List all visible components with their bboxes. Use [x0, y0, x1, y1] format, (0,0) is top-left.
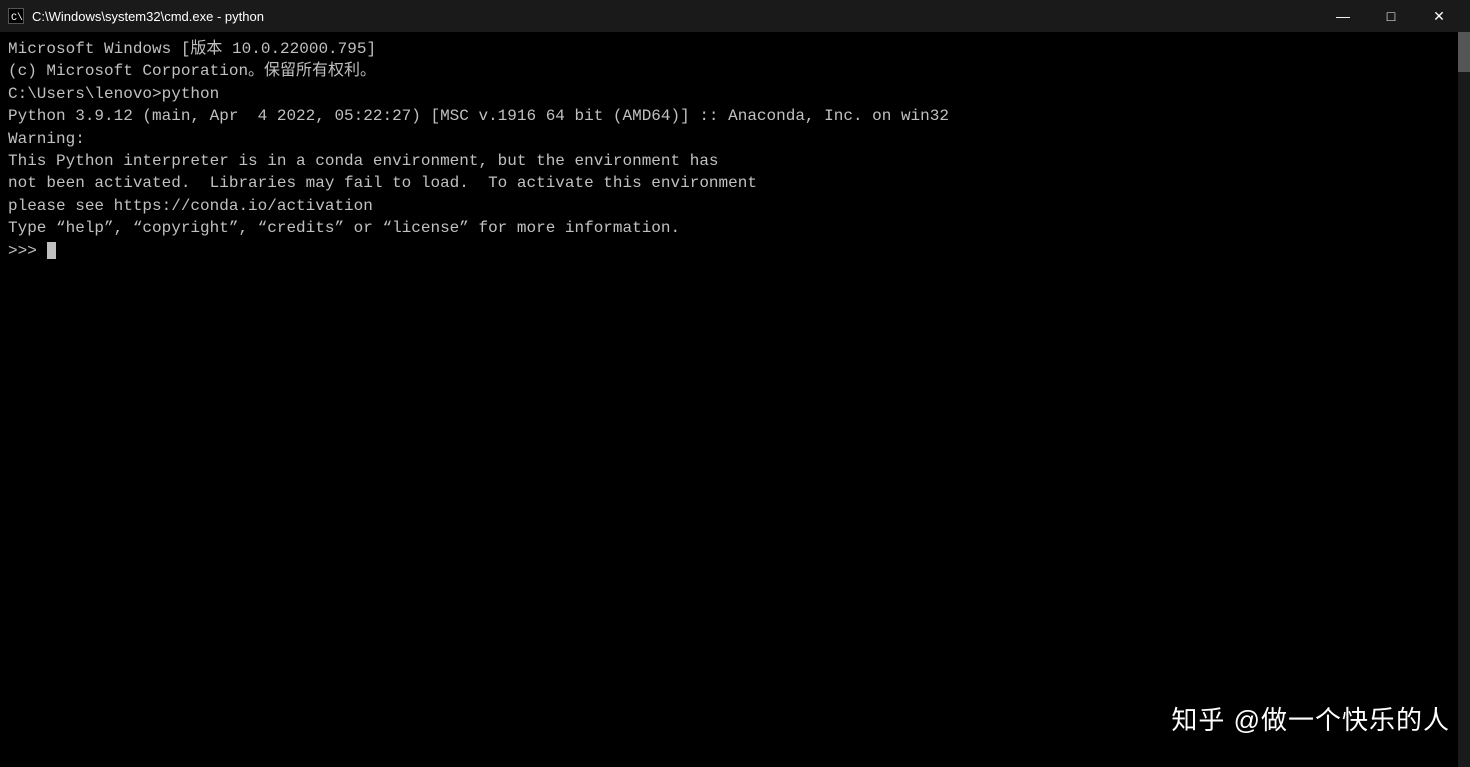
prompt-line: >>> — [8, 240, 1450, 262]
maximize-button[interactable]: □ — [1368, 0, 1414, 32]
minimize-button[interactable]: — — [1320, 0, 1366, 32]
console-output[interactable]: Microsoft Windows [版本 10.0.22000.795](c)… — [0, 32, 1458, 767]
watermark: 知乎 @做一个快乐的人 — [1171, 700, 1450, 737]
line-4: C:\Users\lenovo>python — [8, 83, 1450, 105]
svg-text:C\: C\ — [11, 12, 23, 23]
line-5: Python 3.9.12 (main, Apr 4 2022, 05:22:2… — [8, 105, 1450, 127]
cmd-window: C\ C:\Windows\system32\cmd.exe - python … — [0, 0, 1470, 767]
line-1: Microsoft Windows [版本 10.0.22000.795] — [8, 38, 1450, 60]
close-button[interactable]: ✕ — [1416, 0, 1462, 32]
line-8: This Python interpreter is in a conda en… — [8, 150, 1450, 172]
line-2: (c) Microsoft Corporation。保留所有权利。 — [8, 60, 1450, 82]
scrollbar[interactable] — [1458, 32, 1470, 767]
title-bar: C\ C:\Windows\system32\cmd.exe - python … — [0, 0, 1470, 32]
line-10: please see https://conda.io/activation — [8, 195, 1450, 217]
prompt: >>> — [8, 240, 46, 262]
title-bar-left: C\ C:\Windows\system32\cmd.exe - python — [8, 8, 264, 24]
window-controls: — □ ✕ — [1320, 0, 1462, 32]
scrollbar-thumb[interactable] — [1458, 32, 1470, 72]
line-9: not been activated. Libraries may fail t… — [8, 172, 1450, 194]
cursor — [47, 242, 56, 259]
line-12: Type “help”, “copyright”, “credits” or “… — [8, 217, 1450, 239]
console-area: Microsoft Windows [版本 10.0.22000.795](c)… — [0, 32, 1470, 767]
window-title: C:\Windows\system32\cmd.exe - python — [32, 9, 264, 24]
cmd-icon: C\ — [8, 8, 24, 24]
line-7: Warning: — [8, 128, 1450, 150]
